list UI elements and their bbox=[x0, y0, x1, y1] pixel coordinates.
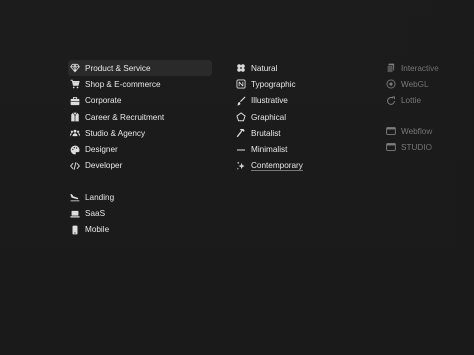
menu-item-studio-agency[interactable]: Studio & Agency bbox=[68, 125, 212, 141]
refresh-icon bbox=[386, 96, 396, 106]
menu-item-label: Product & Service bbox=[85, 63, 151, 73]
gem-icon bbox=[70, 63, 80, 73]
menu-item-studio[interactable]: STUDIO bbox=[384, 139, 474, 155]
menu-item-designer[interactable]: Designer bbox=[68, 141, 212, 157]
category-menu-page: Product & Service Shop & E-commerce Corp… bbox=[0, 0, 474, 355]
menu-item-label: Typographic bbox=[251, 79, 296, 89]
window-icon bbox=[386, 126, 396, 136]
menu-item-label: Landing bbox=[85, 192, 115, 202]
palette-icon bbox=[70, 145, 80, 155]
menu-item-developer[interactable]: Developer bbox=[68, 158, 212, 174]
menu-item-corporate[interactable]: Corporate bbox=[68, 93, 212, 109]
menu-item-label: Career & Recruitment bbox=[85, 112, 165, 122]
menu-item-label: Interactive bbox=[401, 63, 439, 73]
menu-item-label: Studio & Agency bbox=[85, 128, 146, 138]
people-icon bbox=[70, 128, 80, 138]
menu-item-label: Webflow bbox=[401, 126, 433, 136]
clover-icon bbox=[236, 63, 246, 73]
menu-item-graphical[interactable]: Graphical bbox=[234, 109, 354, 125]
menu-item-brutalist[interactable]: Brutalist bbox=[234, 125, 354, 141]
menu-item-minimalist[interactable]: Minimalist bbox=[234, 141, 354, 157]
menu-item-label: Designer bbox=[85, 145, 118, 155]
menu-item-label: Graphical bbox=[251, 112, 287, 122]
plane-landing-icon bbox=[70, 192, 80, 202]
hammer-icon bbox=[236, 128, 246, 138]
menu-item-career-recruitment[interactable]: Career & Recruitment bbox=[68, 109, 212, 125]
globe-icon bbox=[386, 79, 396, 89]
menu-item-natural[interactable]: Natural bbox=[234, 60, 354, 76]
menu-item-label: Brutalist bbox=[251, 128, 281, 138]
menu-item-typographic[interactable]: Typographic bbox=[234, 76, 354, 92]
tech-column: Interactive WebGL Lottie Webflow STUDIO bbox=[384, 60, 474, 155]
menu-item-label: STUDIO bbox=[401, 142, 432, 152]
menu-item-label: Mobile bbox=[85, 225, 110, 235]
menu-item-shop-ecommerce[interactable]: Shop & E-commerce bbox=[68, 76, 212, 92]
menu-item-label: Shop & E-commerce bbox=[85, 79, 161, 89]
menu-item-label: SaaS bbox=[85, 209, 106, 219]
cart-icon bbox=[70, 79, 80, 89]
menu-item-product-service[interactable]: Product & Service bbox=[68, 60, 212, 77]
notion-icon bbox=[236, 79, 246, 89]
menu-item-label: Illustrative bbox=[251, 96, 288, 106]
menu-item-landing[interactable]: Landing bbox=[68, 189, 212, 205]
menu-item-saas[interactable]: SaaS bbox=[68, 205, 212, 221]
category-column: Product & Service Shop & E-commerce Corp… bbox=[68, 60, 212, 238]
minus-icon bbox=[236, 145, 246, 155]
menu-item-label: Natural bbox=[251, 63, 278, 73]
phone-icon bbox=[70, 225, 80, 235]
menu-item-label: Lottie bbox=[401, 96, 422, 106]
menu-item-interactive[interactable]: Interactive bbox=[384, 60, 474, 76]
menu-item-webgl[interactable]: WebGL bbox=[384, 76, 474, 92]
sparkles-icon bbox=[236, 161, 246, 171]
menu-item-webflow[interactable]: Webflow bbox=[384, 123, 474, 139]
menu-item-contemporary[interactable]: Contemporary bbox=[234, 158, 354, 174]
menu-item-label: WebGL bbox=[401, 79, 429, 89]
menu-item-illustrative[interactable]: Illustrative bbox=[234, 93, 354, 109]
menu-item-mobile[interactable]: Mobile bbox=[68, 222, 212, 238]
suit-icon bbox=[70, 112, 80, 122]
laptop-icon bbox=[70, 209, 80, 219]
style-column: Natural Typographic Illustrative Graphic… bbox=[234, 60, 354, 174]
brush-icon bbox=[236, 96, 246, 106]
edge-fade-overlay bbox=[364, 0, 474, 355]
briefcase-icon bbox=[70, 96, 80, 106]
window-icon bbox=[386, 142, 396, 152]
code-icon bbox=[70, 161, 80, 171]
menu-item-label: Developer bbox=[85, 161, 123, 171]
menu-item-label: Corporate bbox=[85, 96, 122, 106]
pentagon-icon bbox=[236, 112, 246, 122]
menu-item-label: Contemporary bbox=[251, 161, 303, 171]
menu-item-lottie[interactable]: Lottie bbox=[384, 93, 474, 109]
menu-item-label: Minimalist bbox=[251, 145, 288, 155]
layers-icon bbox=[386, 63, 396, 73]
